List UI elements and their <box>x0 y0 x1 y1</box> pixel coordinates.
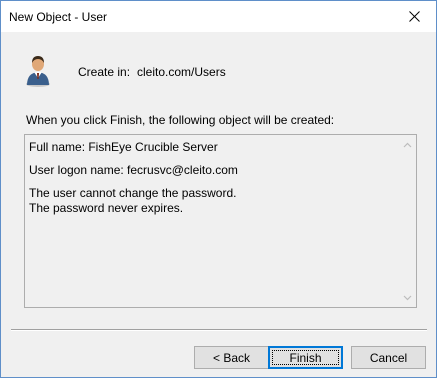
create-in-label: Create in: <box>78 65 131 79</box>
divider <box>11 329 427 331</box>
scroll-down-button[interactable] <box>399 289 416 306</box>
summary-line: User logon name: fecrusvc@cleito.com <box>29 163 238 177</box>
intro-text: When you click Finish, the following obj… <box>26 113 335 127</box>
cancel-button[interactable]: Cancel <box>351 346 426 369</box>
chevron-up-icon <box>403 142 412 147</box>
close-icon <box>408 11 420 22</box>
back-button-label: < Back <box>212 350 251 365</box>
vertical-scrollbar[interactable] <box>399 135 416 307</box>
back-button[interactable]: < Back <box>194 346 269 369</box>
summary-line: The password never expires. <box>29 201 184 215</box>
cancel-button-label: Cancel <box>369 350 408 365</box>
scroll-up-button[interactable] <box>399 136 416 153</box>
finish-button[interactable]: Finish <box>268 346 343 369</box>
close-button[interactable] <box>392 1 436 32</box>
window-title: New Object - User <box>9 10 108 24</box>
summary-textbox[interactable]: Full name: FishEye Crucible Server User … <box>24 134 417 308</box>
title-bar: New Object - User <box>1 1 436 32</box>
create-in-path: cleito.com/Users <box>137 65 226 79</box>
summary-line: The user cannot change the password. <box>29 186 237 200</box>
summary-content: Full name: FishEye Crucible Server User … <box>29 140 238 216</box>
chevron-down-icon <box>403 295 412 300</box>
new-object-user-dialog: New Object - User Create in: cleito.com/… <box>0 0 437 378</box>
user-icon <box>26 56 50 87</box>
summary-line: Full name: FishEye Crucible Server <box>29 140 218 154</box>
